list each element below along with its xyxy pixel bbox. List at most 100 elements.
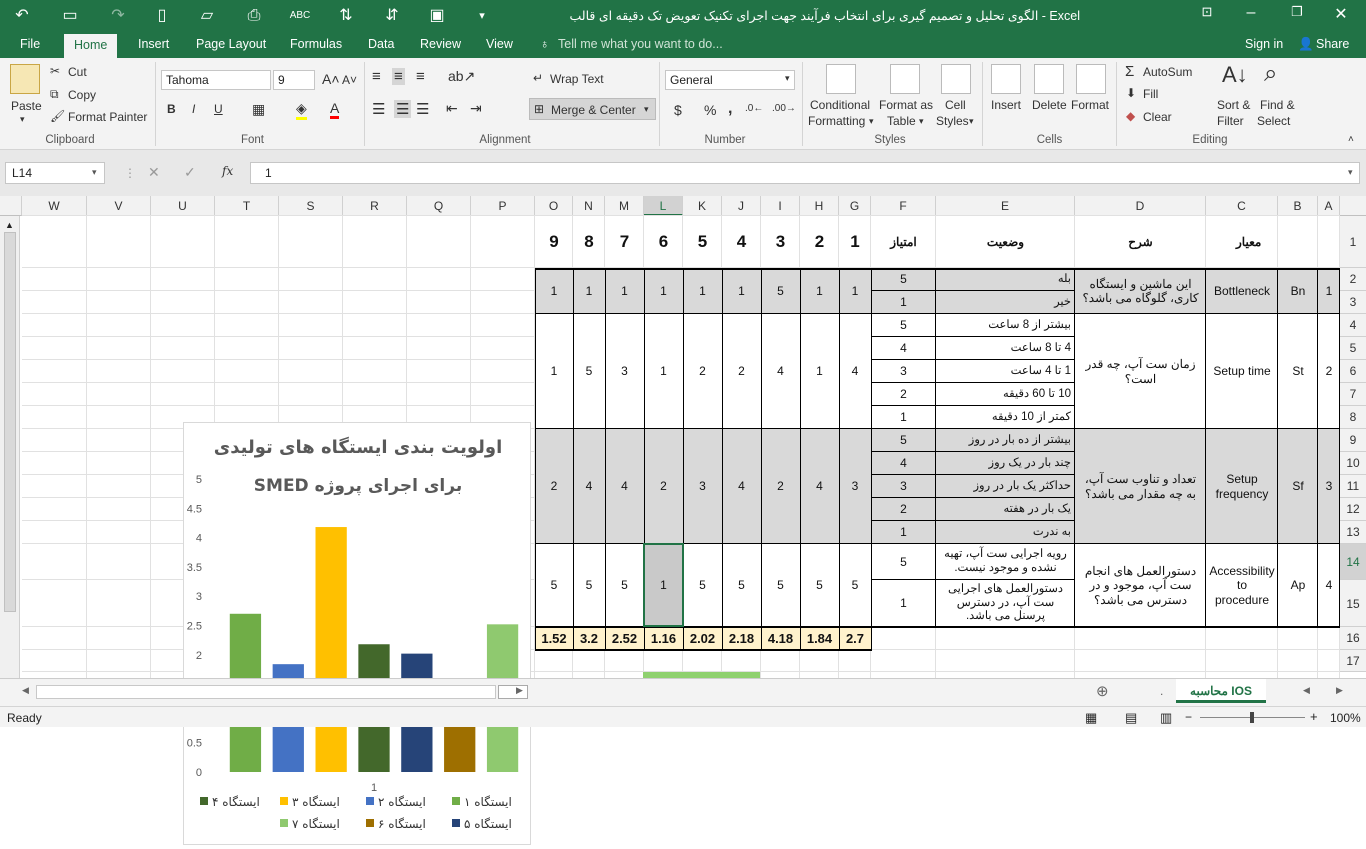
criterion-name[interactable]: Bottleneck <box>1206 268 1278 314</box>
column-header[interactable]: S <box>279 196 343 216</box>
station-score[interactable]: 5 <box>573 314 605 429</box>
option-score[interactable]: 5 <box>871 314 936 337</box>
group-number[interactable]: 2 <box>1318 314 1340 429</box>
option-score[interactable]: 5 <box>871 268 936 291</box>
option-score[interactable]: 3 <box>871 360 936 383</box>
sort-filter-label2[interactable]: Filter <box>1217 114 1244 128</box>
zoom-level[interactable]: 100% <box>1330 711 1361 725</box>
station-score[interactable]: 1 <box>573 268 605 314</box>
font-size-dropdown[interactable]: 9 <box>273 70 315 90</box>
column-header[interactable]: D <box>1075 196 1206 216</box>
column-header[interactable]: K <box>683 196 722 216</box>
row-header[interactable]: 11 <box>1340 475 1366 498</box>
share-icon[interactable]: 👤 <box>1298 37 1314 52</box>
find-select-label2[interactable]: Select <box>1257 114 1290 128</box>
criterion-code[interactable]: Bn <box>1278 268 1318 314</box>
fill-button[interactable]: Fill <box>1143 87 1158 101</box>
station-header[interactable]: 8 <box>573 216 605 268</box>
row-header[interactable]: 2 <box>1340 268 1366 291</box>
station-score[interactable]: 2 <box>722 314 761 429</box>
normal-view-icon[interactable]: ▦ <box>1085 710 1097 726</box>
scroll-left-icon[interactable]: ◀ <box>22 685 29 696</box>
merge-dropdown-icon[interactable]: ▾ <box>644 104 649 115</box>
station-score[interactable]: 4 <box>800 429 839 544</box>
tab-insert[interactable]: Insert <box>138 37 169 51</box>
fill-icon[interactable]: ⬇ <box>1126 86 1136 100</box>
redo-icon[interactable]: ↷ <box>106 6 130 26</box>
option-score[interactable]: 5 <box>871 429 936 452</box>
station-score[interactable]: 1 <box>605 268 644 314</box>
criterion-description[interactable]: این ماشین و ایستگاه کاری، گلوگاه می باشد… <box>1075 268 1206 314</box>
option-score[interactable]: 2 <box>871 498 936 521</box>
column-header[interactable]: E <box>936 196 1075 216</box>
station-score[interactable]: 4 <box>722 429 761 544</box>
enter-icon[interactable]: ✓ <box>184 164 196 181</box>
station-total[interactable]: 4.18 <box>761 627 800 650</box>
borders-icon[interactable]: ▦ <box>252 101 265 118</box>
sheet-tab-ios[interactable]: محاسبه IOS <box>1176 679 1266 703</box>
tab-page-layout[interactable]: Page Layout <box>196 37 266 51</box>
station-score[interactable]: 4 <box>605 429 644 544</box>
station-score[interactable]: 5 <box>839 544 871 627</box>
station-score[interactable]: 1 <box>535 314 573 429</box>
collapse-ribbon-icon[interactable]: ˄ <box>1348 134 1354 145</box>
clear-icon[interactable]: ◆ <box>1126 109 1135 123</box>
new-sheet-icon[interactable]: ⊕ <box>1096 682 1109 700</box>
row-header[interactable]: 15 <box>1340 580 1366 627</box>
station-score[interactable]: 5 <box>800 544 839 627</box>
scroll-up-icon[interactable]: ▲ <box>5 220 14 230</box>
tab-scroll-right-icon[interactable]: ▶ <box>1336 685 1343 696</box>
tab-view[interactable]: View <box>486 37 513 51</box>
status-option[interactable]: 4 تا 8 ساعت <box>936 337 1075 360</box>
station-score[interactable]: 1 <box>535 268 573 314</box>
column-header[interactable]: A <box>1318 196 1340 216</box>
align-center-icon[interactable]: ☰ <box>394 100 412 118</box>
cell-styles-label2[interactable]: Styles <box>936 114 969 128</box>
criterion-name[interactable]: Setup frequency <box>1206 429 1278 544</box>
undo-icon[interactable]: ↶ <box>10 6 34 26</box>
row-header[interactable]: 5 <box>1340 337 1366 360</box>
station-total[interactable]: 1.52 <box>535 627 573 650</box>
cancel-icon[interactable]: ✕ <box>148 164 160 181</box>
format-cells-icon[interactable] <box>1076 64 1106 94</box>
scroll-right-icon[interactable]: ▶ <box>516 685 523 696</box>
row-header[interactable]: 16 <box>1340 627 1366 650</box>
row-header[interactable]: 12 <box>1340 498 1366 521</box>
station-score[interactable]: 3 <box>683 429 722 544</box>
column-header[interactable]: F <box>871 196 936 216</box>
station-score[interactable]: 1 <box>800 314 839 429</box>
page-break-view-icon[interactable]: ▥ <box>1160 710 1172 726</box>
tab-file[interactable]: File <box>20 37 40 51</box>
row-header[interactable]: 17 <box>1340 650 1366 672</box>
column-header[interactable]: R <box>343 196 407 216</box>
bold-button[interactable]: B <box>167 102 176 116</box>
row-header[interactable]: 10 <box>1340 452 1366 475</box>
station-header[interactable]: 4 <box>722 216 761 268</box>
format-painter-button[interactable]: Format Painter <box>68 110 147 124</box>
column-header[interactable]: V <box>87 196 151 216</box>
criterion-header[interactable]: معیار <box>1206 216 1318 268</box>
criterion-name[interactable]: Setup time <box>1206 314 1278 429</box>
column-header[interactable]: O <box>535 196 573 216</box>
tab-formulas[interactable]: Formulas <box>290 37 342 51</box>
column-header[interactable]: U <box>151 196 215 216</box>
station-total[interactable]: 2.18 <box>722 627 761 650</box>
fill-color-icon[interactable]: ◈ <box>296 100 307 120</box>
insert-cells-icon[interactable] <box>991 64 1021 94</box>
station-total[interactable]: 1.16 <box>644 627 683 650</box>
copy-icon[interactable]: ⧉ <box>50 87 59 102</box>
column-header[interactable]: Q <box>407 196 471 216</box>
conditional-formatting-button[interactable]: Conditional <box>810 98 870 112</box>
increase-font-icon[interactable]: A˄ <box>322 71 340 87</box>
column-header[interactable]: P <box>471 196 535 216</box>
option-score[interactable]: 1 <box>871 291 936 314</box>
new-file-icon[interactable]: ▯ <box>150 6 174 26</box>
name-box[interactable]: L14 <box>5 162 105 184</box>
column-header[interactable]: M <box>605 196 644 216</box>
status-option[interactable]: 10 تا 60 دقیقه <box>936 383 1075 406</box>
font-name-dropdown[interactable]: Tahoma <box>161 70 271 90</box>
status-option[interactable]: 1 تا 4 ساعت <box>936 360 1075 383</box>
clear-button[interactable]: Clear <box>1143 110 1172 124</box>
find-select-button[interactable]: Find & <box>1260 98 1295 112</box>
underline-button[interactable]: U <box>214 102 223 116</box>
